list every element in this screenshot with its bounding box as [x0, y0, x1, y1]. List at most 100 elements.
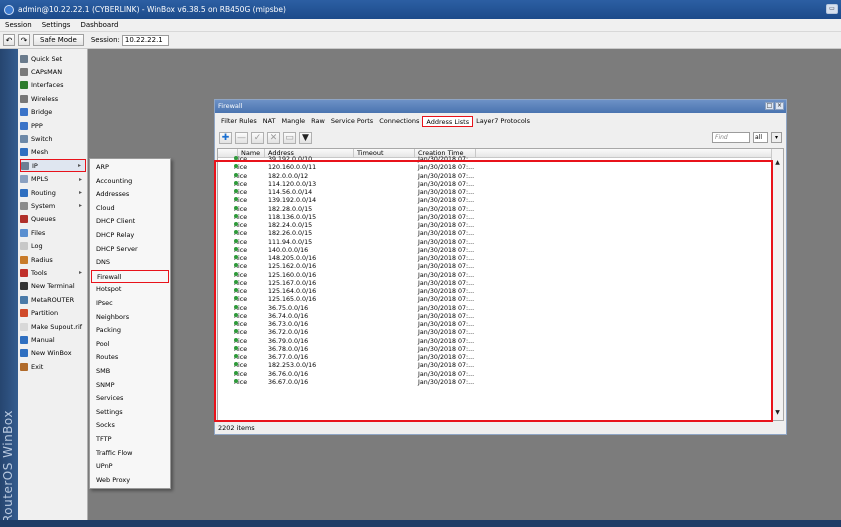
table-row[interactable]: nice 139.192.0.0/14 Jan/30/2018 07:...	[218, 197, 772, 205]
add-icon[interactable]: ✚	[219, 132, 232, 144]
sidebar-item-routing[interactable]: Routing ▸	[20, 186, 86, 199]
table-row[interactable]: nice 182.26.0.0/15 Jan/30/2018 07:...	[218, 230, 772, 238]
sidebar-item-mpls[interactable]: MPLS ▸	[20, 173, 86, 186]
table-row[interactable]: nice 36.67.0.0/16 Jan/30/2018 07:...	[218, 378, 772, 387]
tab-raw[interactable]: Raw	[308, 116, 328, 127]
submenu-item-arp[interactable]: ARP	[91, 161, 169, 174]
find-input[interactable]: Find	[712, 132, 750, 143]
table-row[interactable]: nice 36.79.0.0/16 Jan/30/2018 07:...	[218, 337, 772, 346]
tab-filter-rules[interactable]: Filter Rules	[218, 116, 260, 127]
table-row[interactable]: nice 125.162.0.0/16 Jan/30/2018 07:...	[218, 263, 772, 271]
remove-icon[interactable]: —	[235, 132, 248, 144]
submenu-item-accounting[interactable]: Accounting	[91, 175, 169, 188]
submenu-item-settings[interactable]: Settings	[91, 406, 169, 419]
disable-icon[interactable]: ✕	[267, 132, 280, 144]
safe-mode-button[interactable]: Safe Mode	[33, 34, 84, 46]
sidebar-item-system[interactable]: System ▸	[20, 199, 86, 212]
restore-icon[interactable]: ▭	[826, 4, 838, 14]
sidebar-item-mesh[interactable]: Mesh	[20, 146, 86, 159]
submenu-item-hotspot[interactable]: Hotspot	[91, 283, 169, 296]
maximize-icon[interactable]: □	[765, 102, 774, 110]
close-icon[interactable]: ×	[775, 102, 784, 110]
table-row[interactable]: nice 36.72.0.0/16 Jan/30/2018 07:...	[218, 329, 772, 337]
sidebar-item-ppp[interactable]: PPP	[20, 119, 86, 132]
table-row[interactable]: nice 182.28.0.0/15 Jan/30/2018 07:...	[218, 205, 772, 214]
sidebar-item-bridge[interactable]: Bridge	[20, 106, 86, 119]
sidebar-item-log[interactable]: Log	[20, 240, 86, 253]
submenu-item-socks[interactable]: Socks	[91, 419, 169, 432]
submenu-item-dhcp-server[interactable]: DHCP Server	[91, 243, 169, 256]
table-row[interactable]: nice 148.205.0.0/16 Jan/30/2018 07:...	[218, 255, 772, 263]
submenu-item-dhcp-client[interactable]: DHCP Client	[91, 215, 169, 228]
menu-item-dashboard[interactable]: Dashboard	[75, 21, 123, 29]
sidebar-item-tools[interactable]: Tools ▸	[20, 266, 86, 279]
table-row[interactable]: nice 182.24.0.0/15 Jan/30/2018 07:...	[218, 222, 772, 230]
tab-connections[interactable]: Connections	[376, 116, 422, 127]
sidebar-item-metarouter[interactable]: MetaROUTER	[20, 293, 86, 306]
table-row[interactable]: nice 36.77.0.0/16 Jan/30/2018 07:...	[218, 354, 772, 362]
table-row[interactable]: nice 36.76.0.0/16 Jan/30/2018 07:...	[218, 370, 772, 379]
session-input[interactable]: 10.22.22.1	[121, 34, 169, 46]
chevron-down-icon[interactable]: ▾	[771, 132, 782, 143]
table-row[interactable]: nice 39.192.0.0/10 Jan/30/2018 07:...	[218, 156, 772, 164]
submenu-item-pool[interactable]: Pool	[91, 338, 169, 351]
table-row[interactable]: nice 182.253.0.0/16 Jan/30/2018 07:...	[218, 362, 772, 370]
submenu-item-packing[interactable]: Packing	[91, 324, 169, 337]
menu-item-session[interactable]: Session	[0, 21, 37, 29]
table-row[interactable]: nice 182.0.0.0/12 Jan/30/2018 07:...	[218, 172, 772, 181]
submenu-item-tftp[interactable]: TFTP	[91, 433, 169, 446]
sidebar-item-exit[interactable]: Exit	[20, 360, 86, 373]
submenu-item-ipsec[interactable]: IPsec	[91, 297, 169, 310]
table-row[interactable]: nice 118.136.0.0/15 Jan/30/2018 07:...	[218, 213, 772, 222]
tab-service-ports[interactable]: Service Ports	[328, 116, 376, 127]
sidebar-item-switch[interactable]: Switch	[20, 132, 86, 145]
scroll-up-icon[interactable]: ▲	[773, 158, 782, 167]
sidebar-item-new-winbox[interactable]: New WinBox	[20, 347, 86, 360]
tab-nat[interactable]: NAT	[260, 116, 279, 127]
tab-address-lists[interactable]: Address Lists	[422, 116, 474, 127]
table-row[interactable]: nice 125.165.0.0/16 Jan/30/2018 07:...	[218, 296, 772, 304]
submenu-item-cloud[interactable]: Cloud	[91, 202, 169, 215]
table-row[interactable]: nice 36.73.0.0/16 Jan/30/2018 07:...	[218, 321, 772, 329]
find-filter-select[interactable]: all	[753, 132, 768, 143]
enable-icon[interactable]: ✓	[251, 132, 264, 144]
table-row[interactable]: nice 36.74.0.0/16 Jan/30/2018 07:...	[218, 312, 772, 321]
redo-icon[interactable]: ↷	[18, 34, 30, 46]
filter-icon[interactable]: ▼	[299, 132, 312, 144]
table-row[interactable]: nice 140.0.0.0/16 Jan/30/2018 07:...	[218, 246, 772, 255]
table-row[interactable]: nice 120.160.0.0/11 Jan/30/2018 07:...	[218, 164, 772, 172]
submenu-item-web-proxy[interactable]: Web Proxy	[91, 474, 169, 487]
table-row[interactable]: nice 125.167.0.0/16 Jan/30/2018 07:...	[218, 279, 772, 288]
comment-icon[interactable]: ▭	[283, 132, 296, 144]
submenu-item-dhcp-relay[interactable]: DHCP Relay	[91, 229, 169, 242]
sidebar-item-wireless[interactable]: Wireless	[20, 92, 86, 105]
vertical-scrollbar[interactable]: ▲ ▼	[771, 149, 783, 420]
sidebar-item-manual[interactable]: Manual	[20, 333, 86, 346]
submenu-item-neighbors[interactable]: Neighbors	[91, 311, 169, 324]
table-row[interactable]: nice 36.75.0.0/16 Jan/30/2018 07:...	[218, 304, 772, 313]
sidebar-item-ip[interactable]: IP ▸	[20, 159, 86, 173]
sidebar-item-radius[interactable]: Radius	[20, 253, 86, 266]
sidebar-item-new-terminal[interactable]: New Terminal	[20, 280, 86, 293]
tab-mangle[interactable]: Mangle	[278, 116, 308, 127]
table-row[interactable]: nice 125.164.0.0/16 Jan/30/2018 07:...	[218, 288, 772, 296]
sidebar-item-files[interactable]: Files	[20, 226, 86, 239]
submenu-item-services[interactable]: Services	[91, 392, 169, 405]
submenu-item-dns[interactable]: DNS	[91, 256, 169, 269]
submenu-item-traffic-flow[interactable]: Traffic Flow	[91, 447, 169, 460]
submenu-item-snmp[interactable]: SNMP	[91, 379, 169, 392]
submenu-item-firewall[interactable]: Firewall	[91, 269, 169, 283]
submenu-item-upnp[interactable]: UPnP	[91, 460, 169, 473]
table-row[interactable]: nice 125.160.0.0/16 Jan/30/2018 07:...	[218, 271, 772, 280]
menu-item-settings[interactable]: Settings	[37, 21, 76, 29]
submenu-item-smb[interactable]: SMB	[91, 365, 169, 378]
scroll-down-icon[interactable]: ▼	[773, 408, 782, 417]
sidebar-item-make-supout-rif[interactable]: Make Supout.rif	[20, 320, 86, 333]
sidebar-item-capsman[interactable]: CAPsMAN	[20, 65, 86, 78]
table-row[interactable]: nice 114.120.0.0/13 Jan/30/2018 07:...	[218, 180, 772, 189]
undo-icon[interactable]: ↶	[3, 34, 15, 46]
submenu-item-addresses[interactable]: Addresses	[91, 188, 169, 201]
table-row[interactable]: nice 114.56.0.0/14 Jan/30/2018 07:...	[218, 189, 772, 197]
tab-layer7-protocols[interactable]: Layer7 Protocols	[473, 116, 533, 127]
sidebar-item-interfaces[interactable]: Interfaces	[20, 79, 86, 92]
